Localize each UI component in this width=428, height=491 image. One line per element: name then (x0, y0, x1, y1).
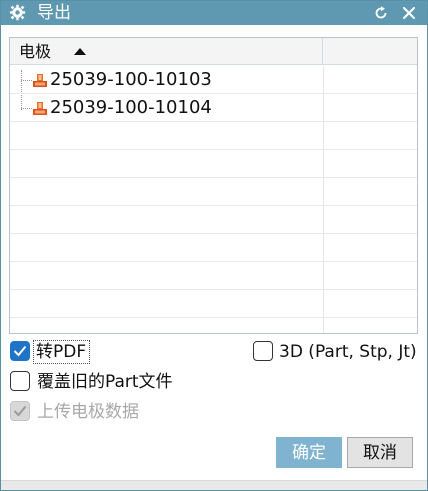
cancel-button[interactable]: 取消 (347, 437, 413, 468)
column-divider (323, 234, 324, 262)
export-dialog: 导出 电极 25039-100-10103 25039-100-10104 转P… (0, 0, 428, 491)
export-3d-checkbox[interactable] (253, 341, 273, 361)
empty-row (10, 318, 417, 333)
window-title: 导出 (37, 3, 71, 23)
status-bar (1, 480, 427, 490)
column-divider (323, 122, 324, 150)
convert-pdf-label[interactable]: 转PDF (36, 341, 86, 363)
empty-row (10, 262, 417, 290)
empty-row (10, 290, 417, 318)
electrode-tree-list[interactable]: 电极 25039-100-10103 25039-100-10104 (9, 37, 418, 334)
column-divider (323, 262, 324, 290)
empty-row (10, 122, 417, 150)
empty-row (10, 206, 417, 234)
tree-item-label: 25039-100-10104 (50, 97, 212, 118)
tree-item[interactable]: 25039-100-10103 (10, 66, 417, 94)
column-divider (323, 206, 324, 234)
part-icon (32, 72, 48, 88)
column-divider (323, 150, 324, 178)
upload-electrode-data-checkbox (10, 401, 30, 421)
export-3d-label[interactable]: 3D (Part, Stp, Jt) (279, 341, 417, 363)
part-icon (32, 100, 48, 116)
column-header-electrode[interactable]: 电极 (10, 38, 323, 65)
empty-row (10, 178, 417, 206)
tree-item[interactable]: 25039-100-10104 (10, 94, 417, 122)
column-divider (323, 94, 324, 122)
close-icon[interactable] (399, 3, 419, 23)
overwrite-part-checkbox[interactable] (10, 371, 30, 391)
empty-row (10, 234, 417, 262)
title-bar[interactable]: 导出 (1, 1, 427, 25)
column-divider (323, 290, 324, 318)
tree-header: 电极 (10, 38, 417, 65)
upload-electrode-data-label: 上传电极数据 (37, 402, 139, 422)
reset-icon[interactable] (371, 3, 391, 23)
column-divider (323, 178, 324, 206)
ok-button[interactable]: 确定 (276, 437, 342, 468)
column-divider (323, 318, 324, 333)
column-divider (323, 66, 324, 94)
empty-row (10, 150, 417, 178)
tree-item-label: 25039-100-10103 (50, 69, 212, 90)
sort-ascending-icon (74, 48, 86, 55)
tree-rows: 25039-100-10103 25039-100-10104 (10, 66, 417, 333)
overwrite-part-label[interactable]: 覆盖旧的Part文件 (37, 371, 173, 393)
convert-pdf-checkbox[interactable] (10, 341, 30, 361)
column-header-label: 电极 (19, 42, 52, 61)
gear-icon (9, 4, 26, 21)
